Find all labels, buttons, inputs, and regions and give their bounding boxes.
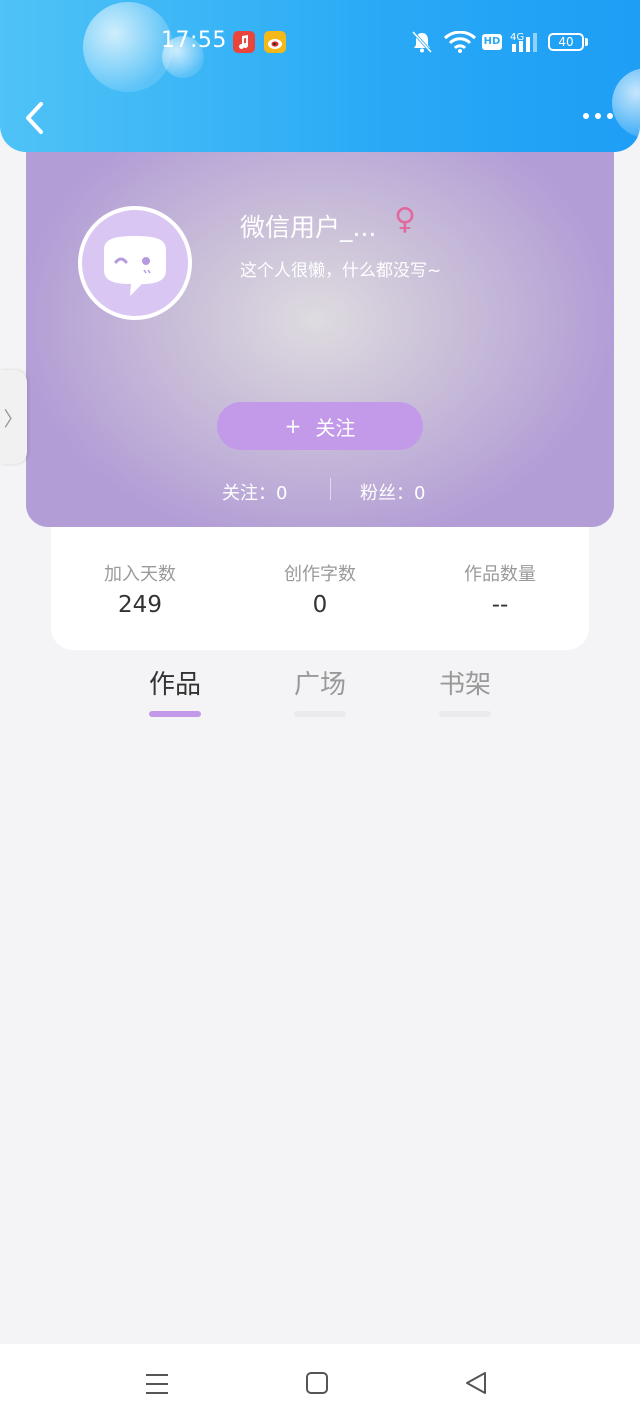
home-square-icon xyxy=(306,1372,328,1394)
status-bar: 17:55 HD 4G 40 xyxy=(0,0,640,80)
stat-label: 加入天数 xyxy=(104,564,176,585)
stat-label: 创作字数 xyxy=(284,564,356,585)
stat-value: -- xyxy=(491,592,509,618)
follow-counts: 关注：0 粉丝：0 xyxy=(26,476,614,506)
tab-label: 作品 xyxy=(148,670,201,700)
female-gender-icon: ♀ xyxy=(394,202,416,237)
tab-indicator xyxy=(439,711,491,717)
more-button[interactable] xyxy=(578,106,618,126)
stat-join-days: 加入天数 249 xyxy=(65,560,215,618)
chevron-right-icon: 〉 xyxy=(3,406,24,431)
tab-indicator xyxy=(149,711,201,717)
battery-level: 40 xyxy=(558,35,574,49)
stat-label: 作品数量 xyxy=(464,564,536,585)
back-button[interactable] xyxy=(20,98,54,138)
hd-icon: HD xyxy=(482,34,502,50)
chevron-left-icon xyxy=(26,102,43,134)
stat-word-count: 创作字数 0 xyxy=(245,560,395,618)
profile-card: 微信用户_... ♀ 这个人很懒，什么都没写~ + 关注 关注：0 粉丝：0 xyxy=(26,120,614,527)
wifi-icon xyxy=(443,30,477,57)
more-dot xyxy=(595,113,601,119)
header-bar: 17:55 HD 4G 40 xyxy=(0,0,640,152)
bell-muted-icon xyxy=(411,30,433,58)
nav-home-button[interactable] xyxy=(298,1368,338,1400)
counts-divider xyxy=(330,478,331,500)
stat-value: 249 xyxy=(118,592,162,618)
following-value: 0 xyxy=(276,483,288,504)
tab-square[interactable]: 广场 xyxy=(265,664,375,717)
chat-bubble-avatar-icon xyxy=(104,236,166,296)
tab-bookshelf[interactable]: 书架 xyxy=(410,664,520,717)
follow-button-label: 关注 xyxy=(315,415,356,440)
signal-4g-icon: 4G xyxy=(510,30,540,58)
stat-works-count: 作品数量 -- xyxy=(425,560,575,618)
tab-label: 广场 xyxy=(293,670,346,700)
nav-menu-button[interactable] xyxy=(138,1368,178,1400)
following-label: 关注： xyxy=(222,483,276,504)
tab-indicator xyxy=(294,711,346,717)
side-drawer-handle[interactable]: 〉 xyxy=(0,370,27,464)
fans-label: 粉丝： xyxy=(360,483,414,504)
back-triangle-icon xyxy=(466,1372,486,1394)
weibo-icon xyxy=(264,31,286,53)
tab-label: 书架 xyxy=(438,670,491,700)
nav-back-button[interactable] xyxy=(458,1368,498,1400)
stat-value: 0 xyxy=(312,592,328,618)
more-dot xyxy=(583,113,589,119)
avatar[interactable] xyxy=(78,206,192,320)
stats-panel: 加入天数 249 创作字数 0 作品数量 -- xyxy=(51,527,589,650)
fans-value: 0 xyxy=(414,483,426,504)
tab-works[interactable]: 作品 xyxy=(120,664,230,717)
more-dot xyxy=(607,113,613,119)
status-time: 17:55 xyxy=(161,28,227,53)
following-count[interactable]: 关注：0 xyxy=(222,479,287,505)
profile-bio: 这个人很懒，什么都没写~ xyxy=(240,261,442,281)
menu-icon xyxy=(146,1374,168,1394)
plus-icon: + xyxy=(284,414,302,438)
follow-button[interactable]: + 关注 xyxy=(217,402,423,450)
tab-content-area xyxy=(0,730,640,1340)
content-tabs: 作品 广场 书架 xyxy=(0,664,640,724)
username: 微信用户_... xyxy=(240,213,377,242)
system-nav-bar xyxy=(0,1344,640,1422)
battery-icon: 40 xyxy=(548,33,584,51)
battery-tip xyxy=(585,38,588,46)
fans-count[interactable]: 粉丝：0 xyxy=(360,479,425,505)
music-app-icon xyxy=(233,31,255,53)
